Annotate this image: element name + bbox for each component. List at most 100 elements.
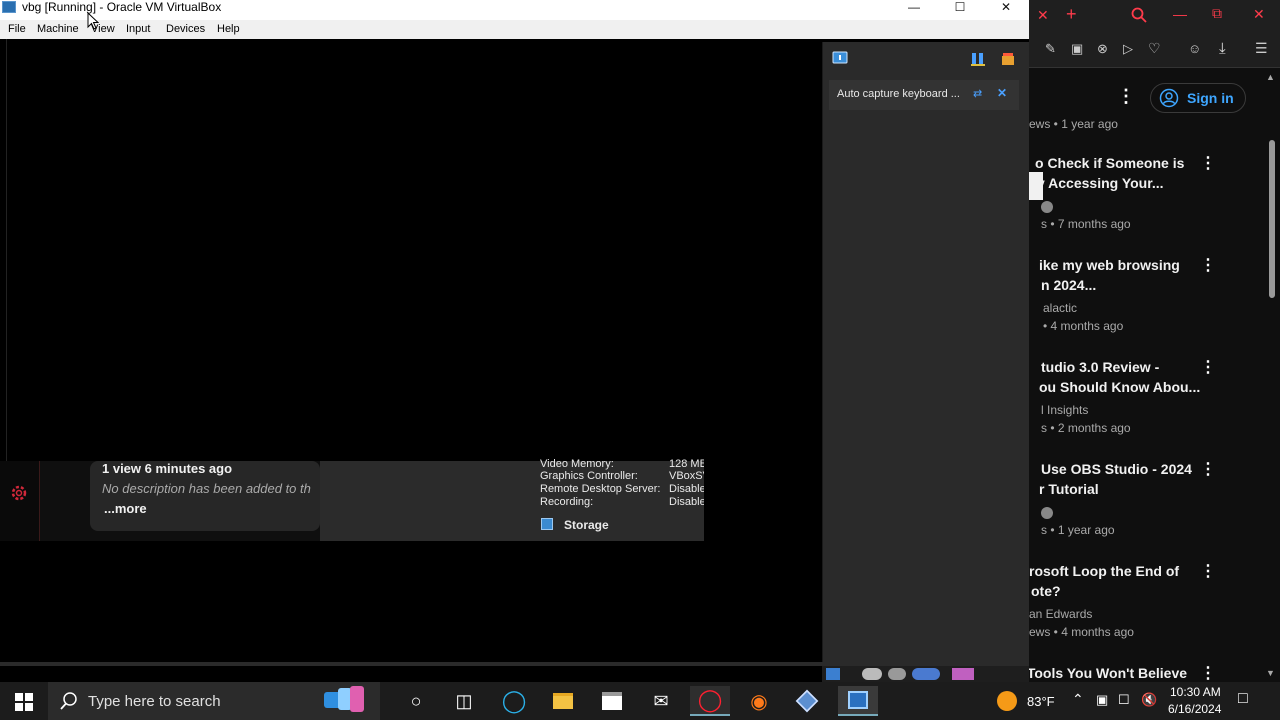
video-title[interactable]: n 2024... [1041,275,1096,295]
audio-icon[interactable] [888,668,906,680]
notifications-icon[interactable]: □ [1238,690,1248,708]
more-options-icon[interactable]: ⋮ [1200,357,1216,377]
weather-temp[interactable]: 83°F [1027,694,1055,709]
tray-chevron-up-icon[interactable]: ⌃ [1072,691,1084,708]
volume-muted-icon[interactable]: 🔇 [1141,692,1157,708]
more-link[interactable]: ...more [104,501,147,516]
cortana-icon[interactable]: ○ [396,686,436,716]
scroll-up-icon[interactable]: ▲ [1266,72,1275,82]
new-tab-icon[interactable]: + [1066,4,1077,25]
video-title[interactable]: rosoft Loop the End of [1029,561,1179,581]
menu-help[interactable]: Help [217,23,240,36]
vm-bottom-edge [0,662,1029,666]
view-count: 1 view 6 minutes ago [102,461,233,476]
scroll-down-icon[interactable]: ▼ [1266,668,1275,678]
mail-icon[interactable]: ✉ [641,686,681,716]
store-icon[interactable] [592,686,632,716]
search-icon[interactable] [1131,7,1147,23]
shared-folder-icon[interactable] [912,668,940,680]
edit-icon[interactable]: ✎ [1045,41,1056,57]
channel-name[interactable]: an Edwards [1029,605,1092,623]
opera-icon[interactable]: ◯ [690,686,730,716]
scrollbar-thumb[interactable] [1269,140,1275,298]
video-meta: s • 7 months ago [1041,217,1131,231]
video-meta: s • 1 year ago [1041,523,1115,537]
list-item[interactable]: rosoft Loop the End of ote? an Edwards e… [1029,561,1280,651]
list-item[interactable]: o Check if Someone is y Accessing Your..… [1029,153,1280,243]
download-icon[interactable]: ⤓ [1219,40,1226,57]
video-title[interactable]: r Tutorial [1039,479,1099,499]
profile-icon[interactable]: ☺ [1188,41,1201,56]
send-icon[interactable]: ▷ [1123,41,1133,57]
windows-start-icon[interactable] [15,693,33,711]
close-icon[interactable]: ✕ [1253,6,1265,23]
heart-icon[interactable]: ♡ [1148,40,1161,57]
menu-file[interactable]: File [8,23,26,36]
usb-icon[interactable] [862,668,882,680]
sign-in-button[interactable]: Sign in [1150,83,1246,113]
virtualbox-icon[interactable] [787,686,827,716]
video-title[interactable]: o Check if Someone is [1035,153,1184,173]
list-item[interactable]: ike my web browsing n 2024... alactic • … [1029,255,1280,345]
more-options-icon[interactable]: ⋮ [1200,459,1216,479]
channel-name[interactable]: l Insights [1041,401,1088,419]
video-title[interactable]: ou Should Know Abou... [1039,377,1200,397]
more-options-icon[interactable]: ⋮ [1200,663,1216,683]
close-button[interactable]: ✕ [983,0,1029,14]
menu-machine[interactable]: Machine [37,23,79,36]
network-icon[interactable]: ☐ [1118,692,1130,708]
more-options-icon[interactable]: ⋮ [1200,255,1216,275]
close-tab-icon[interactable]: ✕ [1037,7,1049,24]
vm-screen[interactable] [7,39,822,461]
restore-icon[interactable]: ⧉ [1212,5,1222,22]
notification-item[interactable]: Auto capture keyboard ... ⇄ ✕ [829,80,1019,110]
gear-icon[interactable] [10,484,28,502]
video-title[interactable]: tudio 3.0 Review - [1041,357,1159,377]
firefox-icon[interactable]: ◉ [739,686,779,716]
dismiss-icon[interactable]: ✕ [997,86,1007,100]
clock-time[interactable]: 10:30 AM [1170,685,1221,699]
video-title[interactable]: y Accessing Your... [1037,173,1164,193]
clear-all-icon[interactable] [1000,51,1016,67]
toggle-icon[interactable]: ⇄ [973,87,982,100]
detail-label: Graphics Controller: [540,470,638,482]
weather-icon[interactable] [997,691,1017,711]
menu-icon[interactable]: ☰ [1255,40,1268,57]
block-icon[interactable]: ⊗ [1097,41,1108,57]
edge-icon[interactable]: ◯ [494,686,534,716]
maximize-button[interactable]: ☐ [937,0,983,14]
more-options-icon[interactable]: ⋮ [1200,153,1216,173]
vbox-titlebar[interactable]: vbg [Running] - Oracle VM VirtualBox — ☐… [0,0,1029,20]
sign-in-label: Sign in [1187,90,1234,106]
channel-name[interactable]: alactic [1043,299,1077,317]
menu-input[interactable]: Input [126,23,150,36]
description-box[interactable]: 1 view 6 minutes ago No description has … [90,461,320,531]
camera-icon[interactable]: ▣ [1071,41,1083,57]
display-icon[interactable] [952,668,974,680]
network-icon[interactable] [826,668,840,680]
virtualbox-vm-icon[interactable] [838,686,878,716]
menu-devices[interactable]: Devices [166,23,205,36]
file-explorer-icon[interactable] [543,686,583,716]
storage-icon [541,518,553,530]
video-meta: ews • 4 months ago [1029,625,1134,639]
task-view-icon[interactable]: ◫ [444,686,484,716]
video-title[interactable]: ike my web browsing [1039,255,1180,275]
message-icon[interactable] [832,51,848,67]
list-item[interactable]: Use OBS Studio - 2024 r Tutorial s • 1 y… [1029,459,1280,549]
minimize-button[interactable]: — [891,0,937,14]
more-options-icon[interactable]: ⋮ [1200,561,1216,581]
clock-date[interactable]: 6/16/2024 [1168,702,1221,716]
tray-device-icon[interactable]: ▣ [1096,692,1108,708]
detail-value: Disabled [669,496,704,508]
video-title[interactable]: ote? [1031,581,1061,601]
taskbar-search[interactable]: Type here to search [48,682,380,720]
list-item[interactable]: tudio 3.0 Review - ou Should Know Abou..… [1029,357,1280,447]
settings-panel [0,461,40,541]
minimize-icon[interactable]: — [1173,6,1187,22]
video-title[interactable]: Use OBS Studio - 2024 [1041,459,1192,479]
list-item[interactable]: 23 AI Tools You Won't Believe ⋮ [990,663,1280,683]
more-options-icon[interactable]: ⋮ [1117,86,1135,107]
sort-icon[interactable] [970,51,986,67]
storage-section-title[interactable]: Storage [564,518,609,532]
